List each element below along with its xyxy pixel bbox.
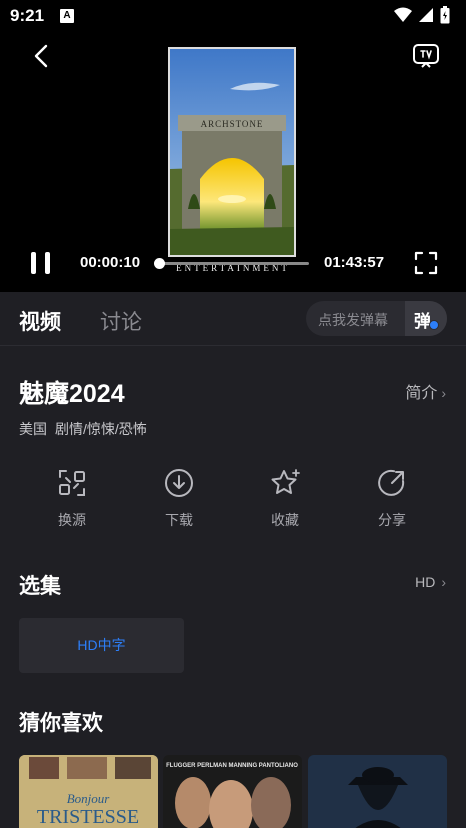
recommend-item[interactable]: FLUGGER PERLMAN MANNING PANTOLIANO	[163, 755, 302, 828]
chevron-right-icon: ›	[441, 574, 446, 590]
danmu-enabled-indicator	[429, 320, 439, 330]
progress-knob[interactable]	[154, 258, 166, 269]
cast-tv-icon[interactable]	[412, 43, 440, 69]
quality-selector[interactable]: HD ›	[415, 574, 446, 590]
episodes-title: 选集	[19, 575, 61, 598]
movie-region: 美国	[19, 421, 47, 437]
back-icon[interactable]	[28, 42, 56, 70]
switch-source-icon	[59, 470, 85, 496]
switch-source-button[interactable]: 换源	[37, 468, 107, 530]
status-time: 9:21	[10, 6, 45, 25]
recommend-poster-image: Bonjour TRISTESSE	[19, 755, 158, 828]
status-bar: 9:21 A	[0, 0, 466, 32]
episode-item[interactable]: HD中字	[19, 618, 184, 673]
recommend-title-art: Bonjour	[67, 791, 111, 806]
action-label: 下载	[165, 512, 193, 528]
notification-icon: A	[60, 9, 74, 23]
recommend-title: 猜你喜欢	[19, 712, 103, 735]
star-icon	[271, 469, 300, 494]
recommend-title-art: FLUGGER PERLMAN MANNING PANTOLIANO	[166, 763, 298, 769]
download-icon	[165, 469, 193, 497]
chevron-right-icon: ›	[441, 385, 446, 401]
poster-brand-text: ARCHSTONE	[201, 119, 264, 129]
total-time: 01:43:57	[324, 254, 385, 271]
recommend-poster-image: WIDOW	[308, 755, 447, 828]
share-button[interactable]: 分享	[357, 468, 427, 530]
quality-label: HD	[415, 574, 436, 590]
tab-discuss[interactable]: 讨论	[100, 306, 142, 336]
video-player[interactable]: 9:21 A ARCHSTONE ENTERTAINMENT 00:00:10 …	[0, 0, 466, 292]
danmu-toggle-button[interactable]: 弹	[405, 301, 447, 336]
fullscreen-icon[interactable]	[414, 251, 438, 275]
detail-tabs: 视频 讨论 点我发弹幕 弹	[0, 292, 466, 346]
movie-meta: 美国 剧情/惊悚/恐怖	[19, 419, 147, 439]
progress-slider[interactable]	[154, 258, 309, 269]
recommend-item[interactable]: WIDOW	[308, 755, 447, 828]
intro-label: 简介	[405, 385, 438, 402]
video-frame-poster: ARCHSTONE	[168, 47, 296, 257]
archstone-gate-image: ARCHSTONE	[170, 49, 294, 255]
action-label: 换源	[58, 512, 86, 528]
favorite-button[interactable]: 收藏	[250, 468, 320, 530]
recommend-poster-image: FLUGGER PERLMAN MANNING PANTOLIANO	[163, 755, 302, 828]
movie-genres: 剧情/惊悚/恐怖	[55, 421, 147, 437]
recommend-title-art: TRISTESSE	[37, 806, 139, 828]
action-label: 分享	[378, 512, 406, 528]
share-icon	[378, 469, 405, 496]
status-icons	[394, 6, 450, 24]
download-button[interactable]: 下载	[144, 468, 214, 530]
tab-video[interactable]: 视频	[19, 306, 61, 336]
intro-link[interactable]: 简介 ›	[405, 379, 446, 403]
recommend-item[interactable]: Bonjour TRISTESSE	[19, 755, 158, 828]
danmu-input[interactable]: 点我发弹幕 弹	[306, 301, 447, 336]
pause-button[interactable]	[28, 250, 54, 276]
danmu-placeholder: 点我发弹幕	[318, 312, 388, 328]
signal-icon	[419, 8, 433, 22]
wifi-icon	[394, 7, 412, 22]
battery-icon	[440, 6, 450, 24]
current-time: 00:00:10	[80, 254, 141, 271]
action-label: 收藏	[271, 512, 299, 528]
danmu-button-label: 弹	[414, 312, 431, 331]
movie-title: 魅魔2024	[19, 380, 125, 408]
